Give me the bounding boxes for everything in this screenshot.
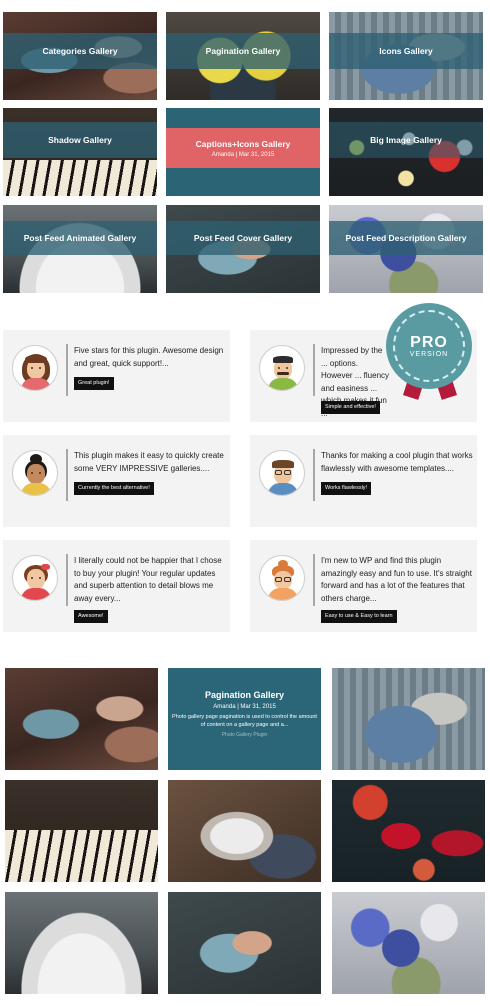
card-footer: Photo Gallery Plugin [221,732,268,738]
tile-title: Icons Gallery [379,46,433,56]
testimonial-card: I'm new to WP and find this plugin amazi… [250,540,477,632]
woman-redhead-glasses-icon [259,555,305,601]
testimonial-text: Five stars for this plugin. Awesome desi… [74,346,224,368]
quote-divider [313,344,315,396]
woman-bun-icon [12,450,58,496]
card-title: Pagination Gallery [204,690,285,700]
tile-title: Post Feed Cover Gallery [193,233,293,243]
testimonial-tag: Awesome! [74,610,108,623]
girl-bow-icon [12,555,58,601]
gallery-photo[interactable] [5,780,158,882]
tile-subtitle: Amanda | Mar 31, 2015 [211,151,275,158]
tile-title: Post Feed Description Gallery [345,233,467,243]
woman-brown-hair-icon [12,345,58,391]
quote-divider [66,449,68,501]
pagination-gallery-card[interactable]: Pagination Gallery Amanda | Mar 31, 2015… [168,668,321,770]
quote-divider [66,554,68,606]
testimonial-card: This plugin makes it easy to quickly cre… [3,435,230,527]
tile-title: Post Feed Animated Gallery [23,233,137,243]
testimonial-tag: Great plugin! [74,377,114,390]
quote-divider [66,344,68,396]
tile-title: Shadow Gallery [48,135,112,145]
card-description: Photo gallery page pagination is used to… [172,714,317,728]
testimonial-card: Five stars for this plugin. Awesome desi… [3,330,230,422]
testimonial-card: Thanks for making a cool plugin that wor… [250,435,477,527]
testimonial-text: I literally could not be happier that I … [74,556,222,603]
man-glasses-icon [259,450,305,496]
testimonial-tag: Currently the best alternative! [74,482,154,495]
tile-title: Captions+Icons Gallery [195,138,291,149]
piano-keys [3,160,157,196]
gallery-tile-post-feed-cover[interactable]: Post Feed Cover Gallery [166,205,320,293]
pro-version-badge: PRO VERSION [386,303,472,400]
badge-line2: VERSION [409,351,449,358]
gallery-tile-post-feed-animated[interactable]: Post Feed Animated Gallery [3,205,157,293]
gallery-photo[interactable] [5,668,158,770]
tile-title: Big Image Gallery [370,135,442,145]
tile-title: Categories Gallery [42,46,118,56]
gallery-tile-icons[interactable]: Icons Gallery [329,12,483,100]
gallery-photo[interactable] [332,780,485,882]
testimonial-text: This plugin makes it easy to quickly cre… [74,451,224,473]
gallery-photo[interactable] [168,892,321,994]
gallery-photo[interactable] [332,892,485,994]
quote-divider [313,449,315,501]
man-mustache-icon [259,345,305,391]
badge-line1: PRO [410,334,448,351]
gallery-photo[interactable] [332,668,485,770]
testimonial-text: I'm new to WP and find this plugin amazi… [321,556,472,603]
gallery-photo[interactable] [5,892,158,994]
gallery-tile-big-image[interactable]: Big Image Gallery [329,108,483,196]
gallery-tile-shadow[interactable]: Shadow Gallery [3,108,157,196]
testimonial-tag: Works flawlessly! [321,482,372,495]
gallery-tile-post-feed-description[interactable]: Post Feed Description Gallery [329,205,483,293]
card-meta: Amanda | Mar 31, 2015 [213,704,276,710]
gallery-photo[interactable] [168,780,321,882]
gallery-tile-categories[interactable]: Categories Gallery [3,12,157,100]
gallery-tile-pagination[interactable]: Pagination Gallery [166,12,320,100]
tile-title: Pagination Gallery [205,46,281,56]
testimonial-tag: Simple and effective! [321,401,380,414]
testimonial-tag: Easy to use & Easy to learn [321,610,397,623]
testimonial-card: I literally could not be happier that I … [3,540,230,632]
gallery-tile-captions-icons[interactable]: Captions+Icons Gallery Amanda | Mar 31, … [166,108,320,196]
quote-divider [313,554,315,606]
testimonial-text: Thanks for making a cool plugin that wor… [321,451,473,473]
